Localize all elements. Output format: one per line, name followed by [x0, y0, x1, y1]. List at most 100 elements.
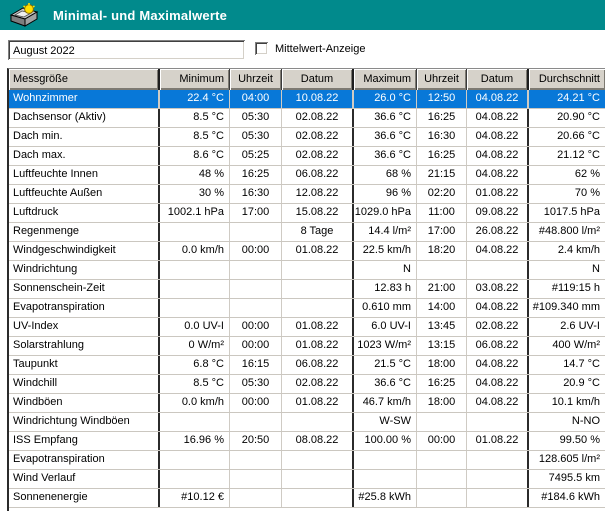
titlebar[interactable]: Minimal- und Maximalwerte	[0, 0, 605, 30]
cell-max-uhrzeit: 21:15	[417, 166, 467, 184]
table-row[interactable]: UV-Index 0.0 UV-I 00:00 01.08.22 6.0 UV-…	[9, 318, 605, 337]
cell-max-uhrzeit: 11:00	[417, 204, 467, 222]
table-row[interactable]: Luftfeuchte Innen 48 % 16:25 06.08.22 68…	[9, 166, 605, 185]
column-header-max-uhrzeit[interactable]: Uhrzeit	[417, 69, 467, 90]
cell-min-datum: 01.08.22	[282, 242, 354, 260]
cell-min-datum	[282, 470, 354, 488]
cell-messgroesse: Dach min.	[9, 128, 160, 146]
cell-maximum: 68 %	[354, 166, 417, 184]
cell-min-uhrzeit: 20:50	[230, 432, 282, 450]
cell-minimum: 8.5 °C	[160, 375, 230, 393]
cell-minimum: 0.0 km/h	[160, 242, 230, 260]
cell-durchschnitt: 21.12 °C	[557, 149, 600, 161]
table-row[interactable]: Windböen 0.0 km/h 00:00 01.08.22 46.7 km…	[9, 394, 605, 413]
cell-min-datum: 02.08.22	[282, 128, 354, 146]
table-row[interactable]: Solarstrahlung 0 W/m² 00:00 01.08.22 102…	[9, 337, 605, 356]
weather-station-icon[interactable]	[9, 3, 41, 27]
cell-min-uhrzeit	[230, 223, 282, 241]
cell-min-uhrzeit: 04:00	[230, 90, 282, 108]
column-header-max-datum[interactable]: Datum	[467, 69, 529, 90]
cell-max-datum: 04.08.22	[467, 375, 529, 393]
cell-maximum	[354, 451, 417, 469]
table-row[interactable]: Wohnzimmer 22.4 °C 04:00 10.08.22 26.0 °…	[9, 90, 605, 109]
cell-max-datum: 04.08.22	[467, 128, 529, 146]
cell-min-uhrzeit: 16:15	[230, 356, 282, 374]
cell-min-uhrzeit: 17:00	[230, 204, 282, 222]
cell-maximum: 46.7 km/h	[354, 394, 417, 412]
table-row[interactable]: Regenmenge 8 Tage 14.4 l/m² 17:00 26.08.…	[9, 223, 605, 242]
table-row[interactable]: Windrichtung Windböen W-SW N-NO	[9, 413, 605, 432]
table-row[interactable]: Luftdruck 1002.1 hPa 17:00 15.08.22 1029…	[9, 204, 605, 223]
table-row[interactable]: Luftfeuchte Außen 30 % 16:30 12.08.22 96…	[9, 185, 605, 204]
cell-max-uhrzeit: 16:30	[417, 128, 467, 146]
table-row[interactable]: Dach min. 8.5 °C 05:30 02.08.22 36.6 °C …	[9, 128, 605, 147]
table-row[interactable]: Sonnenschein-Zeit 12.83 h 21:00 03.08.22…	[9, 280, 605, 299]
cell-durchschnitt: 70 %	[574, 187, 600, 199]
table-row[interactable]: Dach max. 8.6 °C 05:25 02.08.22 36.6 °C …	[9, 147, 605, 166]
cell-min-uhrzeit: 00:00	[230, 337, 282, 355]
cell-durchschnitt: 99.50 %	[559, 434, 600, 446]
cell-durchschnitt: 10.1 km/h	[551, 396, 600, 408]
cell-maximum: 36.6 °C	[354, 128, 417, 146]
cell-durchschnitt: 7495.5 km	[548, 472, 600, 484]
cell-maximum: N	[354, 261, 417, 279]
cell-max-datum: 04.08.22	[467, 356, 529, 374]
cell-maximum: #25.8 kWh	[354, 489, 417, 507]
cell-durchschnitt: 20.9 °C	[563, 377, 600, 389]
cell-min-uhrzeit: 16:30	[230, 185, 282, 203]
cell-min-uhrzeit: 05:30	[230, 109, 282, 127]
table-row[interactable]: Windgeschwindigkeit 0.0 km/h 00:00 01.08…	[9, 242, 605, 261]
cell-max-uhrzeit: 13:45	[417, 318, 467, 336]
column-header-min-uhrzeit[interactable]: Uhrzeit	[230, 69, 282, 90]
cell-min-datum: 02.08.22	[282, 147, 354, 165]
mittelwert-checkbox[interactable]	[255, 42, 268, 55]
cell-durchschnitt: 1017.5 hPa	[543, 206, 600, 218]
cell-max-uhrzeit: 02:20	[417, 185, 467, 203]
cell-min-datum	[282, 413, 354, 431]
cell-max-datum: 06.08.22	[467, 337, 529, 355]
table-row[interactable]: Taupunkt 6.8 °C 16:15 06.08.22 21.5 °C 1…	[9, 356, 605, 375]
cell-messgroesse: Evapotranspiration	[9, 451, 160, 469]
cell-maximum: 1023 W/m²	[354, 337, 417, 355]
cell-durchschnitt: #184.6 kWh	[541, 491, 600, 503]
column-header-messgroesse[interactable]: Messgröße	[9, 69, 160, 90]
table-row[interactable]: Evapotranspiration 0.610 mm 14:00 04.08.…	[9, 299, 605, 318]
column-header-min-datum[interactable]: Datum	[282, 69, 354, 90]
cell-minimum	[160, 413, 230, 431]
cell-minimum: 22.4 °C	[160, 90, 230, 108]
cell-messgroesse: UV-Index	[9, 318, 160, 336]
mittelwert-anzeige-option[interactable]: Mittelwert-Anzeige	[255, 42, 365, 55]
column-header-durchschnitt[interactable]: Durchschnitt	[529, 69, 605, 90]
column-header-maximum[interactable]: Maximum	[354, 69, 417, 90]
period-input[interactable]	[8, 40, 245, 60]
cell-maximum: 36.6 °C	[354, 109, 417, 127]
table-row[interactable]: Dachsensor (Aktiv) 8.5 °C 05:30 02.08.22…	[9, 109, 605, 128]
cell-maximum: 36.6 °C	[354, 375, 417, 393]
cell-minimum: 6.8 °C	[160, 356, 230, 374]
table-row[interactable]: Wind Verlauf 7495.5 km	[9, 470, 605, 489]
cell-max-uhrzeit: 21:00	[417, 280, 467, 298]
table-row[interactable]: Windrichtung N N	[9, 261, 605, 280]
cell-max-uhrzeit	[417, 470, 467, 488]
cell-max-datum: 01.08.22	[467, 185, 529, 203]
cell-min-datum: 12.08.22	[282, 185, 354, 203]
cell-min-uhrzeit: 16:25	[230, 166, 282, 184]
cell-min-uhrzeit	[230, 489, 282, 507]
cell-maximum: 21.5 °C	[354, 356, 417, 374]
cell-min-uhrzeit	[230, 261, 282, 279]
cell-min-uhrzeit: 00:00	[230, 242, 282, 260]
table-row[interactable]: Windchill 8.5 °C 05:30 02.08.22 36.6 °C …	[9, 375, 605, 394]
table-row[interactable]: ISS Empfang 16.96 % 20:50 08.08.22 100.0…	[9, 432, 605, 451]
table-row[interactable]: Evapotranspiration 128.605 l/m²	[9, 451, 605, 470]
cell-max-datum	[467, 261, 529, 279]
column-header-minimum[interactable]: Minimum	[160, 69, 230, 90]
cell-max-uhrzeit: 13:15	[417, 337, 467, 355]
cell-min-datum: 06.08.22	[282, 356, 354, 374]
cell-messgroesse: Sonnenschein-Zeit	[9, 280, 160, 298]
cell-minimum: 16.96 %	[160, 432, 230, 450]
cell-messgroesse: Windrichtung Windböen	[9, 413, 160, 431]
table-row[interactable]: Sonnenenergie #10.12 € #25.8 kWh #184.6 …	[9, 489, 605, 508]
cell-minimum	[160, 280, 230, 298]
cell-min-datum	[282, 451, 354, 469]
cell-max-uhrzeit	[417, 261, 467, 279]
